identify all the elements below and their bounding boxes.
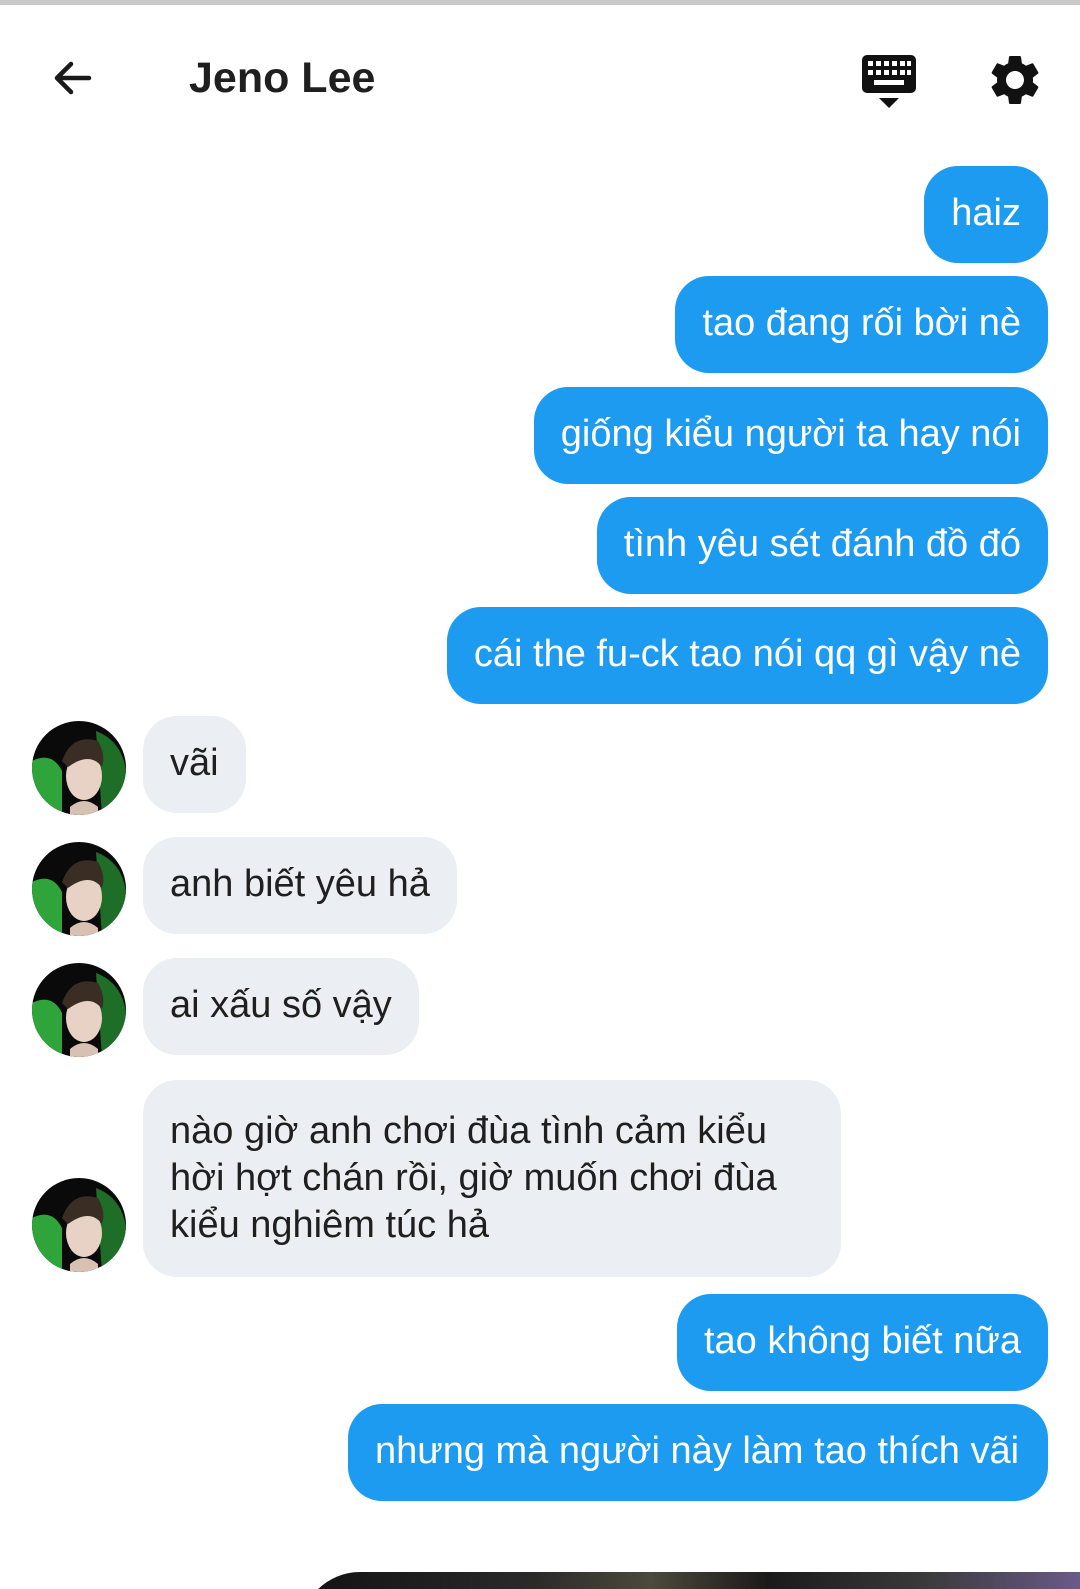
- message-outgoing[interactable]: tao đang rối bời nè: [675, 276, 1048, 373]
- avatar-photo: [32, 842, 126, 936]
- avatar-photo: [32, 1178, 126, 1272]
- avatar[interactable]: [32, 842, 126, 936]
- message-outgoing[interactable]: tao không biết nữa: [676, 1294, 1048, 1391]
- media-preview[interactable]: [300, 1572, 1080, 1589]
- message-incoming[interactable]: ai xấu số vậy: [143, 958, 419, 1055]
- message-list[interactable]: haiz tao đang rối bời nè giống kiểu ngườ…: [0, 0, 1080, 1589]
- message-outgoing[interactable]: giống kiểu người ta hay nói: [533, 387, 1048, 484]
- avatar-photo: [32, 963, 126, 1057]
- avatar[interactable]: [32, 963, 126, 1057]
- avatar[interactable]: [32, 1178, 126, 1272]
- avatar[interactable]: [32, 721, 126, 815]
- chat-screen: Jeno Lee haiz tao đang rối bời nè giống …: [0, 0, 1080, 1589]
- message-outgoing[interactable]: nhưng mà người này làm tao thích vãi: [348, 1404, 1048, 1501]
- message-incoming[interactable]: vãi: [143, 716, 246, 813]
- message-incoming[interactable]: anh biết yêu hả: [143, 837, 457, 934]
- message-outgoing[interactable]: haiz: [924, 166, 1048, 263]
- message-outgoing[interactable]: tình yêu sét đánh đồ đó: [596, 497, 1048, 594]
- message-incoming[interactable]: nào giờ anh chơi đùa tình cảm kiểu hời h…: [143, 1080, 841, 1277]
- avatar-photo: [32, 721, 126, 815]
- message-outgoing[interactable]: cái the fu-ck tao nói qq gì vậy nè: [446, 607, 1048, 704]
